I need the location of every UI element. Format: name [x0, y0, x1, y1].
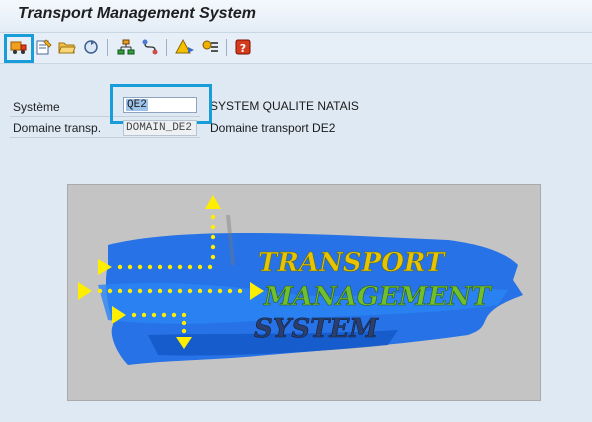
highlight-box	[110, 84, 212, 124]
domain-field: DOMAIN_DE2	[123, 120, 197, 136]
hierarchy-icon[interactable]	[116, 37, 136, 57]
system-description: SYSTEM QUALITE NATAIS	[210, 99, 359, 113]
tms-logo-image: TRANSPORT MANAGEMENT SYSTEM	[67, 184, 541, 401]
alert-monitor-icon[interactable]	[175, 37, 195, 57]
logo-text-line2: MANAGEMENT	[263, 282, 492, 312]
logo-text-line3: SYSTEM	[254, 314, 379, 344]
display-change-icon[interactable]	[34, 37, 54, 57]
application-toolbar: ?	[0, 32, 592, 64]
highlight-box	[4, 34, 34, 63]
routes-icon[interactable]	[140, 37, 160, 57]
settings-list-icon[interactable]	[200, 37, 220, 57]
toolbar-separator	[107, 39, 108, 56]
toolbar-separator	[226, 39, 227, 56]
folder-open-icon[interactable]	[57, 37, 77, 57]
help-icon[interactable]: ?	[233, 37, 253, 57]
domain-label: Domaine transp.	[13, 121, 102, 135]
window-title: Transport Management System	[18, 5, 256, 22]
refresh-icon[interactable]	[81, 37, 101, 57]
svg-text:?: ?	[240, 42, 246, 55]
system-label: Système	[13, 100, 60, 114]
domain-description: Domaine transport DE2	[210, 121, 336, 135]
title-bar: Transport Management System	[0, 0, 592, 32]
toolbar-separator	[166, 39, 167, 56]
logo-text-line1: TRANSPORT	[258, 248, 446, 278]
